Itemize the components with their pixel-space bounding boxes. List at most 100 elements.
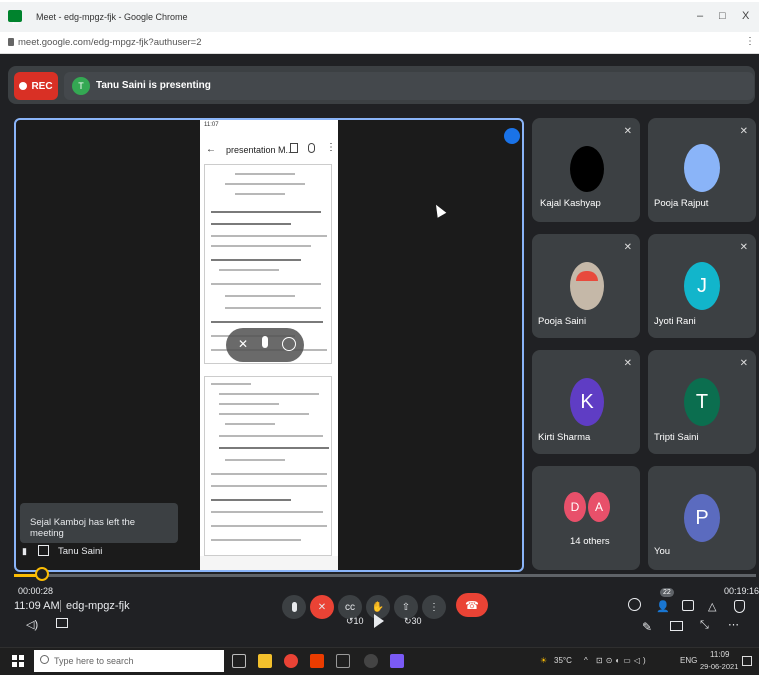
- speaker-overlay: ✕: [226, 328, 304, 362]
- self-tile[interactable]: P You: [648, 466, 756, 570]
- participant-tile[interactable]: ✕ Pooja Saini: [532, 234, 640, 338]
- taskbar-search-input[interactable]: Type here to search: [34, 650, 224, 672]
- obs-icon[interactable]: [364, 654, 378, 668]
- activities-icon[interactable]: △: [708, 600, 716, 613]
- file-explorer-icon[interactable]: [258, 654, 272, 668]
- phone-status-bar: 11:07: [200, 120, 338, 132]
- participant-tile[interactable]: ✕ K Kirti Sharma: [532, 350, 640, 454]
- participant-name: Kajal Kashyap: [540, 198, 601, 209]
- participant-name: Pooja Rajput: [654, 198, 709, 209]
- expand-icon[interactable]: [38, 545, 49, 556]
- chat-icon[interactable]: [682, 600, 694, 611]
- info-icon[interactable]: [628, 598, 641, 611]
- avatar: P: [684, 494, 720, 542]
- tray-icons[interactable]: ⊡⊙◐▭◁): [596, 656, 649, 665]
- participant-tile[interactable]: ✕ J Jyoti Rani: [648, 234, 756, 338]
- total-time: 00:19:16: [724, 586, 759, 596]
- participant-tile[interactable]: ✕ Pooja Rajput: [648, 118, 756, 222]
- windows-start-icon[interactable]: [12, 655, 24, 667]
- phone-more-icon: ⋮: [326, 142, 336, 153]
- record-dot-icon: [19, 82, 28, 90]
- back-arrow-icon[interactable]: ←: [10, 16, 21, 28]
- pen-icon[interactable]: ✎: [642, 620, 652, 634]
- people-icon[interactable]: 👤: [656, 600, 670, 613]
- mic-off-icon: ✕: [739, 358, 748, 369]
- tray-chevron-icon[interactable]: ^: [584, 656, 588, 665]
- browser-title-bar: ← Meet - edg-mpgz-fjk - Google Chrome – …: [0, 0, 759, 32]
- url-text[interactable]: meet.google.com/edg-mpgz-fjk?authuser=2: [18, 37, 202, 48]
- lock-icon: [8, 38, 14, 46]
- paint-icon[interactable]: [390, 654, 404, 668]
- notification-toast: Sejal Kamboj has left the meeting: [20, 503, 178, 543]
- weather-icon: ☀: [540, 656, 548, 665]
- phone-attach-icon: [308, 143, 315, 153]
- mic-button[interactable]: [282, 595, 306, 619]
- pin-overlay-icon: ✕: [238, 337, 249, 351]
- avatar: [570, 146, 604, 192]
- taskbar-date[interactable]: 29-06-2021: [700, 662, 738, 671]
- avatar: D: [564, 492, 586, 522]
- elapsed-time: 00:00:28: [18, 586, 54, 596]
- avatar: [684, 144, 720, 192]
- office-icon[interactable]: [310, 654, 324, 668]
- mic-off-icon: ✕: [739, 126, 748, 137]
- presenter-avatar: T: [72, 77, 90, 95]
- avatar: K: [570, 378, 604, 426]
- phone-app-header: ← presentation M... ⋮: [200, 134, 338, 162]
- overflow-menu-icon[interactable]: ⋯: [728, 618, 739, 631]
- browser-menu-icon[interactable]: ⋮: [745, 36, 755, 47]
- address-bar[interactable]: meet.google.com/edg-mpgz-fjk?authuser=2 …: [0, 32, 759, 54]
- document-page-2: [204, 376, 332, 556]
- mic-off-icon: ✕: [739, 242, 748, 253]
- mic-off-icon: ✕: [623, 126, 632, 137]
- meeting-code: edg-mpgz-fjk: [66, 600, 130, 612]
- mic-off-icon: ✕: [623, 242, 632, 253]
- close-button[interactable]: X: [742, 10, 749, 22]
- mic-off-icon: ✕: [623, 358, 632, 369]
- participants-badge: 22: [660, 588, 674, 597]
- avatar: [570, 262, 604, 310]
- taskbar-clock[interactable]: 11:09: [710, 650, 729, 659]
- avatar: A: [588, 492, 610, 522]
- search-icon: [40, 655, 49, 664]
- video-progress-track[interactable]: [14, 574, 756, 577]
- language-indicator[interactable]: ENG: [680, 656, 697, 665]
- camera-off-button[interactable]: ✕: [310, 595, 334, 619]
- leave-call-button[interactable]: ☎: [456, 593, 488, 617]
- participant-name: You: [654, 546, 671, 557]
- captions-icon[interactable]: [56, 618, 68, 628]
- participant-tile[interactable]: ✕ T Tripti Saini: [648, 350, 756, 454]
- video-progress-handle[interactable]: [35, 567, 49, 581]
- skip-forward-label: 30: [411, 616, 422, 626]
- speaking-indicator-icon: [504, 128, 520, 144]
- participant-name: Pooja Saini: [538, 316, 587, 327]
- presenting-text: Tanu Saini is presenting: [96, 80, 211, 91]
- skip-forward-icon[interactable]: ↻30: [404, 616, 422, 627]
- skip-back-icon[interactable]: ↺10: [346, 616, 364, 627]
- more-options-button[interactable]: ⋮: [422, 595, 446, 619]
- others-tile[interactable]: D A 14 others: [532, 466, 640, 570]
- picture-in-picture-icon[interactable]: [670, 621, 683, 631]
- chrome-icon[interactable]: [284, 654, 298, 668]
- maximize-button[interactable]: □: [719, 10, 726, 22]
- exit-fullscreen-icon[interactable]: ⤡: [700, 619, 709, 632]
- meeting-divider: [60, 600, 61, 612]
- participant-tile[interactable]: ✕ Kajal Kashyap: [532, 118, 640, 222]
- app-icon[interactable]: [336, 654, 350, 668]
- minimize-button[interactable]: –: [697, 10, 703, 22]
- avatar: T: [684, 378, 720, 426]
- search-placeholder: Type here to search: [54, 656, 134, 666]
- phone-back-icon: ←: [206, 144, 216, 155]
- phone-doc-title: presentation M...: [226, 145, 294, 155]
- avatar: J: [684, 262, 720, 310]
- volume-icon[interactable]: ◁): [26, 618, 38, 631]
- security-icon[interactable]: [734, 600, 745, 613]
- pin-icon[interactable]: ▮: [22, 546, 30, 556]
- notifications-icon[interactable]: [742, 656, 752, 666]
- participant-name: Tripti Saini: [654, 432, 699, 443]
- remove-overlay-icon: [282, 337, 296, 351]
- window-title: Meet - edg-mpgz-fjk - Google Chrome: [36, 12, 188, 22]
- play-button[interactable]: [374, 614, 384, 628]
- task-view-icon[interactable]: [232, 654, 246, 668]
- others-count: 14 others: [570, 536, 610, 547]
